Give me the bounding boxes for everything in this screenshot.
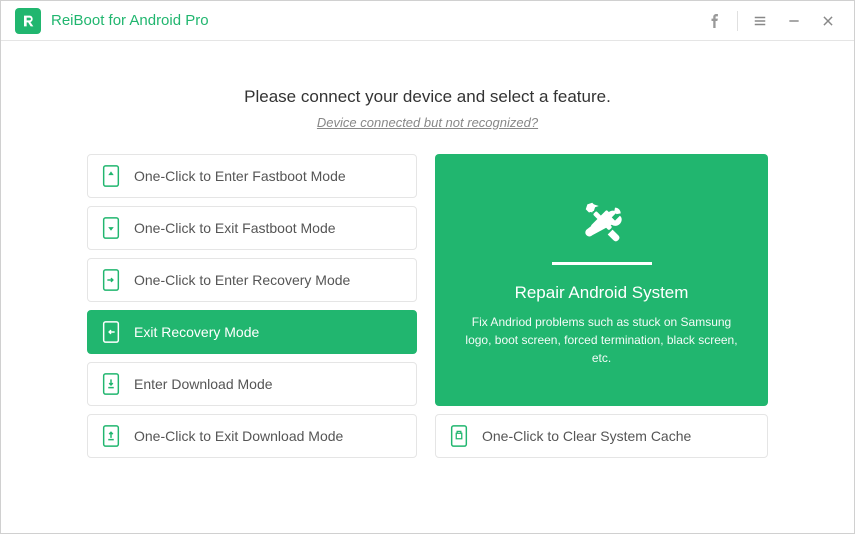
enter-recovery-button[interactable]: One-Click to Enter Recovery Mode <box>87 258 417 302</box>
card-divider <box>552 262 652 265</box>
enter-fastboot-button[interactable]: One-Click to Enter Fastboot Mode <box>87 154 417 198</box>
feature-grid: One-Click to Enter Fastboot Mode One-Cli… <box>87 154 768 458</box>
option-label: One-Click to Enter Fastboot Mode <box>134 168 346 184</box>
page-heading: Please connect your device and select a … <box>244 87 611 107</box>
app-logo <box>15 8 41 34</box>
menu-button[interactable] <box>744 5 776 37</box>
facebook-icon <box>708 14 722 28</box>
exit-recovery-button[interactable]: Exit Recovery Mode <box>87 310 417 354</box>
clear-cache-button[interactable]: One-Click to Clear System Cache <box>435 414 768 458</box>
exit-fastboot-button[interactable]: One-Click to Exit Fastboot Mode <box>87 206 417 250</box>
option-label: Enter Download Mode <box>134 376 273 392</box>
repair-description: Fix Andriod problems such as stuck on Sa… <box>463 313 740 367</box>
separator <box>737 11 738 31</box>
minimize-button[interactable] <box>778 5 810 37</box>
repair-title: Repair Android System <box>515 283 689 303</box>
option-label: Exit Recovery Mode <box>134 324 259 340</box>
phone-download-icon <box>102 373 120 395</box>
option-label: One-Click to Exit Download Mode <box>134 428 343 444</box>
option-label: One-Click to Clear System Cache <box>482 428 691 444</box>
phone-up-icon <box>102 165 120 187</box>
app-title: ReiBoot for Android Pro <box>51 12 699 29</box>
repair-system-card[interactable]: Repair Android System Fix Andriod proble… <box>435 154 768 406</box>
close-icon <box>821 14 835 28</box>
close-button[interactable] <box>812 5 844 37</box>
titlebar: ReiBoot for Android Pro <box>1 1 854 41</box>
right-column: Repair Android System Fix Andriod proble… <box>435 154 768 458</box>
phone-trash-icon <box>450 425 468 447</box>
window-controls <box>699 5 844 37</box>
minimize-icon <box>787 14 801 28</box>
app-window: ReiBoot for Android Pro Please connect y… <box>0 0 855 534</box>
phone-down-icon <box>102 217 120 239</box>
facebook-button[interactable] <box>699 5 731 37</box>
option-label: One-Click to Exit Fastboot Mode <box>134 220 336 236</box>
phone-arrow-in-icon <box>102 269 120 291</box>
mode-options-column: One-Click to Enter Fastboot Mode One-Cli… <box>87 154 417 458</box>
logo-r-icon <box>20 13 36 29</box>
enter-download-button[interactable]: Enter Download Mode <box>87 362 417 406</box>
menu-icon <box>753 14 767 28</box>
content-area: Please connect your device and select a … <box>1 41 854 533</box>
exit-download-button[interactable]: One-Click to Exit Download Mode <box>87 414 417 458</box>
phone-upload-icon <box>102 425 120 447</box>
device-help-link[interactable]: Device connected but not recognized? <box>317 115 538 130</box>
option-label: One-Click to Enter Recovery Mode <box>134 272 350 288</box>
phone-arrow-out-icon <box>102 321 120 343</box>
tools-icon <box>576 193 628 250</box>
